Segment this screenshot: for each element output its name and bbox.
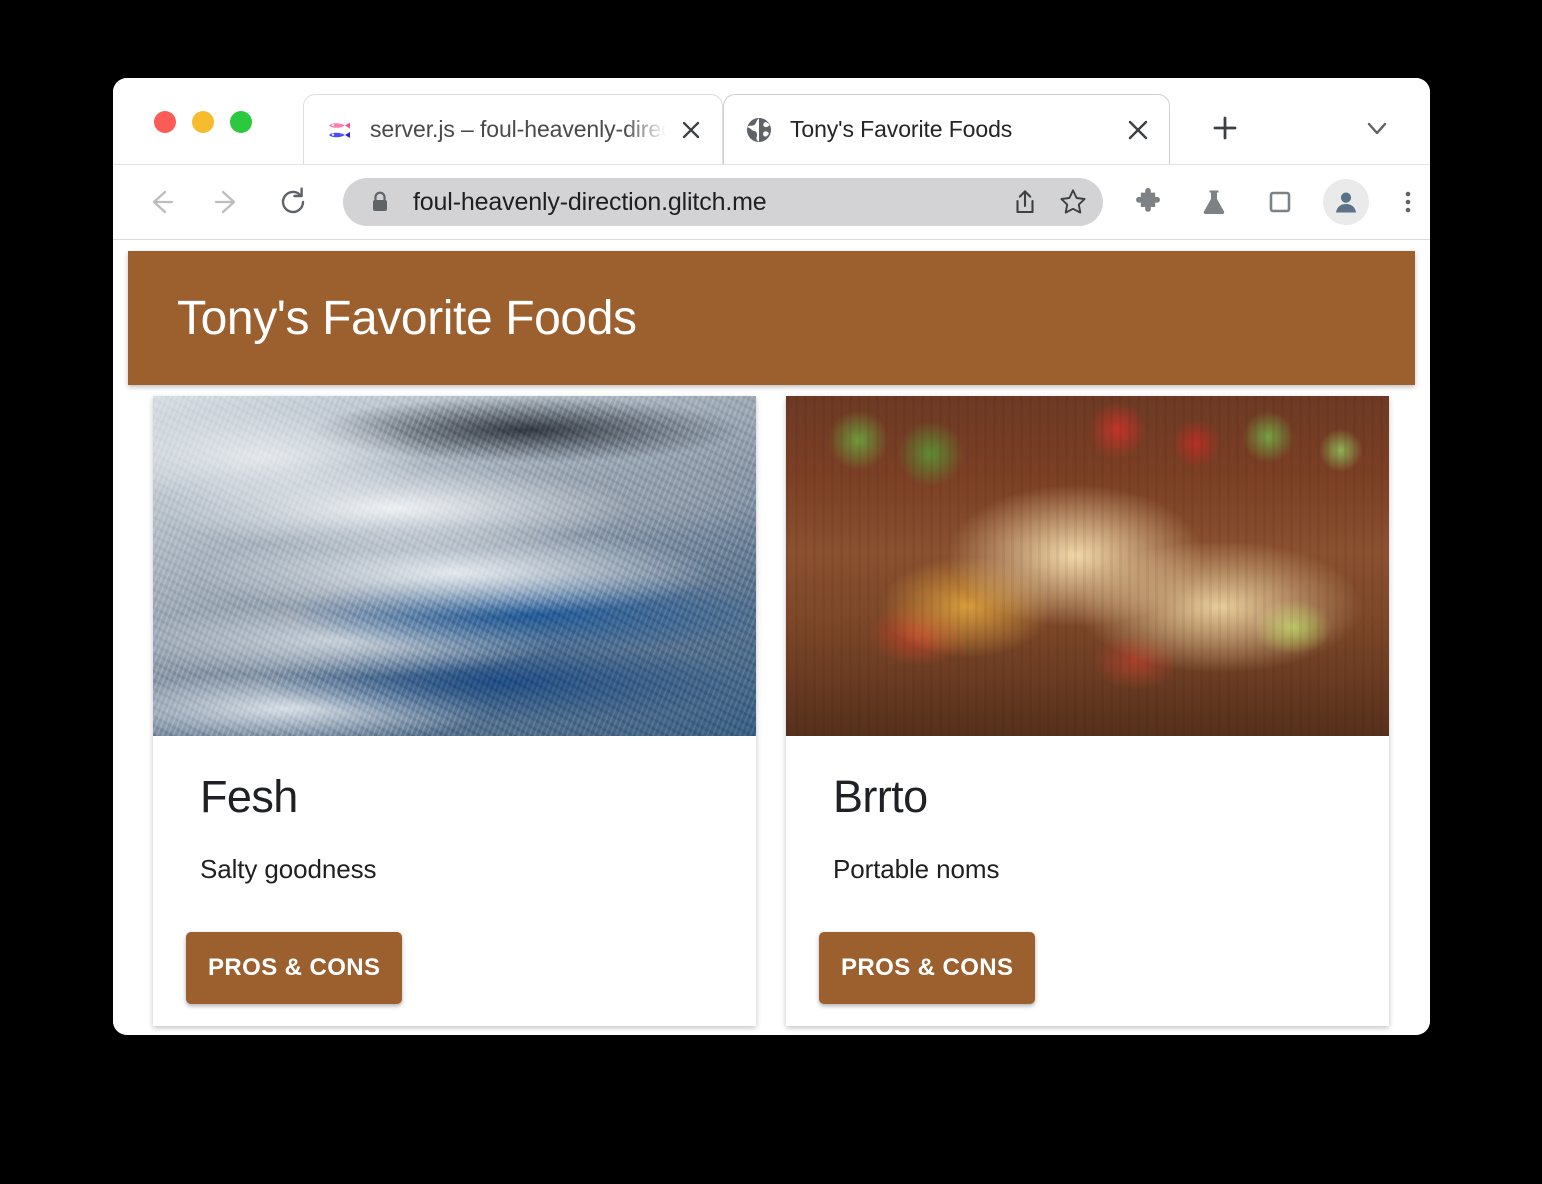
tab-title: server.js – foul-heavenly-direction — [370, 116, 666, 142]
address-bar-url: foul-heavenly-direction.glitch.me — [413, 187, 767, 216]
address-bar[interactable]: foul-heavenly-direction.glitch.me — [343, 178, 1103, 226]
forward-arrow-icon[interactable] — [203, 178, 251, 226]
zoom-window-button[interactable] — [230, 111, 252, 133]
page-content: Tony's Favorite Foods Fesh Salty goodnes… — [113, 240, 1430, 1035]
food-card-image — [786, 396, 1389, 736]
tab-list: server.js – foul-heavenly-direction — [303, 78, 1170, 164]
puzzle-icon[interactable] — [1125, 179, 1171, 225]
tab-strip: server.js – foul-heavenly-direction — [113, 78, 1430, 164]
reload-icon[interactable] — [269, 178, 317, 226]
food-card-body: Fesh Salty goodness PROS & CONS — [153, 736, 756, 1026]
new-tab-button[interactable] — [1203, 106, 1247, 150]
site-banner: Tony's Favorite Foods — [128, 251, 1415, 385]
food-card: Fesh Salty goodness PROS & CONS — [153, 396, 756, 1026]
browser-window: server.js – foul-heavenly-direction — [113, 78, 1430, 1035]
lock-icon — [369, 190, 391, 214]
share-icon[interactable] — [1001, 178, 1049, 226]
page-title: Tony's Favorite Foods — [177, 291, 637, 345]
fresh-mackerel-fish-photo — [153, 396, 756, 736]
tab-tonys-favorite-foods[interactable]: Tony's Favorite Foods — [723, 94, 1170, 164]
food-card-image — [153, 396, 756, 736]
side-panel-icon[interactable] — [1257, 179, 1303, 225]
globe-icon — [744, 115, 774, 145]
tab-server-js[interactable]: server.js – foul-heavenly-direction — [303, 94, 723, 164]
window-traffic-lights — [154, 111, 252, 133]
minimize-window-button[interactable] — [192, 111, 214, 133]
food-card-description: Portable noms — [833, 853, 1000, 884]
close-tab-button[interactable] — [674, 113, 708, 147]
food-card-list: Fesh Salty goodness PROS & CONS Brrto Po… — [153, 396, 1390, 1026]
glitch-fish-icon — [324, 115, 354, 145]
chevron-down-icon[interactable] — [1355, 106, 1399, 150]
food-card-title: Fesh — [200, 771, 298, 822]
food-card: Brrto Portable noms PROS & CONS — [786, 396, 1389, 1026]
food-card-description: Salty goodness — [200, 853, 377, 884]
pros-and-cons-button[interactable]: PROS & CONS — [186, 932, 403, 1004]
profile-avatar-icon[interactable] — [1323, 179, 1369, 225]
screenshot-stage: server.js – foul-heavenly-direction — [0, 0, 1542, 1184]
food-card-title: Brrto — [833, 771, 928, 822]
food-card-body: Brrto Portable noms PROS & CONS — [786, 736, 1389, 1026]
flask-icon[interactable] — [1191, 179, 1237, 225]
close-window-button[interactable] — [154, 111, 176, 133]
back-arrow-icon[interactable] — [137, 178, 185, 226]
star-icon[interactable] — [1049, 178, 1097, 226]
browser-toolbar: foul-heavenly-direction.glitch.me — [113, 164, 1430, 240]
close-tab-button[interactable] — [1121, 113, 1155, 147]
pros-and-cons-button[interactable]: PROS & CONS — [819, 932, 1036, 1004]
three-dot-menu-icon[interactable] — [1385, 179, 1430, 225]
burrito-with-vegetables-photo — [786, 396, 1389, 736]
tab-title: Tony's Favorite Foods — [790, 116, 1013, 142]
